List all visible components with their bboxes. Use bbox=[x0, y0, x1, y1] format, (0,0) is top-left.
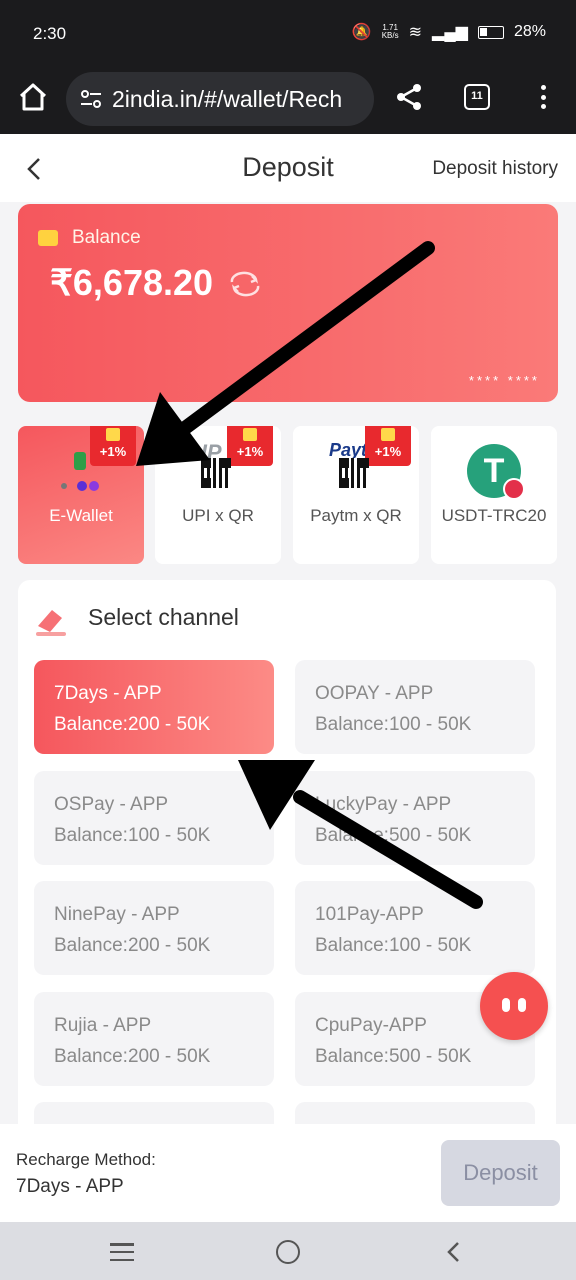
channel-range: Balance:200 - 50K bbox=[54, 714, 211, 735]
method-label: E-Wallet bbox=[49, 506, 113, 525]
channel-panel: Select channel 7Days - APP Balance:200 -… bbox=[18, 580, 556, 1140]
back-nav-icon[interactable] bbox=[444, 1240, 464, 1264]
method-tab-usdt-trc20[interactable]: T USDT-TRC20 bbox=[431, 426, 557, 564]
channel-name: 7Days - APP bbox=[54, 683, 162, 704]
refresh-icon[interactable] bbox=[228, 270, 262, 298]
channel-option-ospay[interactable]: OSPay - APP Balance:100 - 50K bbox=[34, 771, 274, 865]
gift-icon bbox=[243, 428, 257, 441]
qr-code-icon bbox=[201, 458, 231, 488]
battery-percent: 28% bbox=[513, 23, 546, 40]
bottom-action-bar: Recharge Method: 7Days - APP Deposit bbox=[0, 1124, 576, 1222]
bonus-percent: +1% bbox=[236, 444, 264, 459]
channel-name: Rujia - APP bbox=[54, 1015, 152, 1036]
channel-range: Balance:200 - 50K bbox=[54, 935, 211, 956]
card-number-mask: **** **** bbox=[468, 373, 540, 388]
bonus-percent: +1% bbox=[374, 444, 402, 459]
method-label: USDT-TRC20 bbox=[441, 506, 547, 525]
method-tab-ewallet[interactable]: +1% E-Wallet bbox=[18, 426, 144, 564]
tether-symbol: T bbox=[483, 452, 505, 490]
channel-icon bbox=[36, 610, 66, 636]
deposit-button[interactable]: Deposit bbox=[441, 1140, 560, 1206]
wallet-icon bbox=[38, 230, 58, 246]
home-nav-icon[interactable] bbox=[276, 1240, 300, 1264]
tether-icon: T bbox=[467, 444, 525, 500]
method-tab-upi-qr[interactable]: UP +1% UPI x QR bbox=[155, 426, 281, 564]
qr-code-icon bbox=[339, 458, 369, 488]
method-label: Paytm x QR bbox=[310, 506, 402, 525]
ewallet-logo-icon bbox=[61, 452, 99, 491]
page-header: Deposit Deposit history bbox=[0, 134, 576, 202]
chat-support-button[interactable] bbox=[480, 972, 548, 1040]
net-speed-unit: KB/s bbox=[381, 31, 399, 40]
channel-name: NinePay - APP bbox=[54, 904, 180, 925]
channel-range: Balance:100 - 50K bbox=[315, 935, 472, 956]
battery-icon bbox=[477, 25, 504, 39]
channel-range: Balance:100 - 50K bbox=[315, 714, 472, 735]
channel-option-luckypay[interactable]: LuckyPay - APP Balance:500 - 50K bbox=[295, 771, 535, 865]
mute-icon: 🔕 bbox=[351, 24, 372, 41]
balance-label: Balance bbox=[72, 227, 141, 248]
balance-amount: ₹6,678.20 bbox=[50, 262, 214, 303]
bonus-badge: +1% bbox=[227, 426, 273, 466]
recharge-method-label: Recharge Method: bbox=[16, 1150, 156, 1169]
signal-icon: ▂▄▆ bbox=[432, 24, 468, 41]
channel-option-oopay[interactable]: OOPAY - APP Balance:100 - 50K bbox=[295, 660, 535, 754]
site-settings-icon[interactable] bbox=[80, 89, 102, 109]
balance-card: Balance ₹6,678.20 **** **** bbox=[18, 204, 558, 402]
share-icon[interactable] bbox=[394, 82, 424, 112]
chat-eye-icon bbox=[518, 998, 526, 1012]
channel-name: OOPAY - APP bbox=[315, 683, 434, 704]
recharge-method-value: 7Days - APP bbox=[16, 1176, 124, 1197]
wifi-icon: ≋ bbox=[408, 24, 423, 41]
chat-eye-icon bbox=[502, 998, 510, 1012]
url-text: 2india.in/#/wallet/Rech bbox=[112, 85, 343, 112]
channel-range: Balance:500 - 50K bbox=[315, 825, 472, 846]
channel-option-101pay[interactable]: 101Pay-APP Balance:100 - 50K bbox=[295, 881, 535, 975]
channel-name: LuckyPay - APP bbox=[315, 794, 452, 815]
channel-title: Select channel bbox=[88, 604, 239, 630]
method-tab-paytm-qr[interactable]: Paytm +1% Paytm x QR bbox=[293, 426, 419, 564]
channel-name: OSPay - APP bbox=[54, 794, 169, 815]
tabs-count-button[interactable]: 11 bbox=[464, 84, 490, 110]
bonus-badge: +1% bbox=[365, 426, 411, 466]
recents-icon[interactable] bbox=[110, 1243, 134, 1261]
status-time: 2:30 bbox=[33, 24, 67, 43]
status-icons: 🔕 1.71 KB/s ≋ ▂▄▆ 28% bbox=[352, 22, 546, 42]
gift-icon bbox=[381, 428, 395, 441]
home-icon[interactable] bbox=[18, 82, 48, 112]
net-speed: 1.71 KB/s bbox=[382, 24, 399, 40]
channel-range: Balance:500 - 50K bbox=[315, 1046, 472, 1067]
overflow-menu-icon[interactable] bbox=[535, 82, 551, 112]
tron-icon bbox=[503, 478, 525, 500]
channel-option-7days[interactable]: 7Days - APP Balance:200 - 50K bbox=[34, 660, 274, 754]
system-nav-bar bbox=[0, 1222, 576, 1280]
channel-range: Balance:200 - 50K bbox=[54, 1046, 211, 1067]
channel-option-ninepay[interactable]: NinePay - APP Balance:200 - 50K bbox=[34, 881, 274, 975]
status-bar: 2:30 🔕 1.71 KB/s ≋ ▂▄▆ 28% bbox=[0, 0, 576, 64]
channel-range: Balance:100 - 50K bbox=[54, 825, 211, 846]
gift-icon bbox=[106, 428, 120, 441]
url-bar[interactable]: 2india.in/#/wallet/Rech bbox=[66, 72, 374, 126]
method-label: UPI x QR bbox=[182, 506, 254, 525]
channel-option-rujia[interactable]: Rujia - APP Balance:200 - 50K bbox=[34, 992, 274, 1086]
channel-name: 101Pay-APP bbox=[315, 904, 424, 925]
browser-toolbar: 2india.in/#/wallet/Rech 11 bbox=[0, 64, 576, 134]
deposit-history-link[interactable]: Deposit history bbox=[432, 158, 558, 180]
